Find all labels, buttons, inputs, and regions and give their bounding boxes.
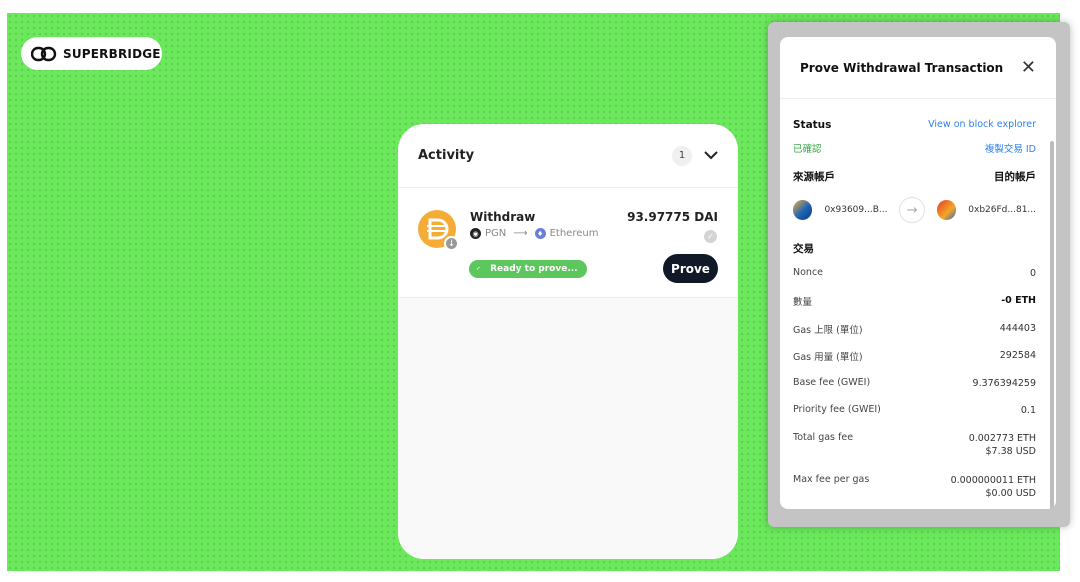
activity-header: Activity 1 — [398, 124, 738, 188]
activity-panel: Activity 1 ↓ Withdraw 93.97775 DAI ◉ PGN… — [398, 124, 738, 559]
detail-label: Gas 用量 (單位) — [793, 352, 863, 363]
accounts-header-row: 來源帳戶 目的帳戶 — [793, 169, 1036, 184]
accounts-row: 0x93609...B... → 0xb26Fd...81... — [793, 197, 1037, 223]
check-circle-icon: ✓ — [704, 230, 717, 243]
detail-label: Total gas fee — [793, 432, 854, 443]
dest-address: 0xb26Fd...81... — [968, 205, 1037, 215]
detail-label: Nonce — [793, 267, 824, 278]
prove-withdrawal-modal: Prove Withdrawal Transaction ✕ Status Vi… — [780, 37, 1056, 509]
superbridge-logo-icon — [31, 46, 57, 61]
status-badge: ◜ Ready to prove... — [469, 260, 587, 278]
arrow-right-icon: ⟶ — [513, 228, 528, 239]
dest-avatar — [936, 200, 957, 220]
modal-scrollbar[interactable] — [1050, 141, 1054, 509]
spinner-icon: ◜ — [477, 264, 481, 274]
detail-value: 9.376394259 — [972, 378, 1036, 389]
arrow-right-icon: → — [899, 197, 925, 223]
source-avatar — [793, 200, 813, 220]
detail-label: Priority fee (GWEI) — [793, 404, 881, 415]
status-row: Status View on block explorer — [793, 119, 1036, 131]
detail-row: Base fee (GWEI) 9.376394259 — [793, 377, 1036, 390]
detail-label: Gas 上限 (單位) — [793, 325, 863, 336]
detail-value-group: 0.000000011 ETH $0.00 USD — [951, 474, 1036, 500]
ethereum-icon: ♦ — [534, 228, 546, 239]
detail-value-usd: $0.00 USD — [985, 488, 1036, 499]
close-icon[interactable]: ✕ — [1021, 57, 1036, 78]
status-badge-label: Ready to prove... — [490, 264, 578, 274]
tx-section-row: 交易 — [793, 241, 1036, 256]
detail-row: Nonce 0 — [793, 267, 1036, 280]
detail-label: Base fee (GWEI) — [793, 377, 871, 388]
block-explorer-link[interactable]: View on block explorer — [928, 119, 1036, 130]
detail-value: 444403 — [999, 323, 1036, 334]
activity-title: Activity — [418, 148, 475, 163]
detail-value: 0 — [1029, 268, 1036, 279]
detail-value: 0.002773 ETH — [968, 433, 1036, 444]
activity-item[interactable]: ↓ Withdraw 93.97775 DAI ◉ PGN ⟶ ♦ Ethere… — [398, 188, 738, 298]
detail-row: Gas 上限 (單位) 444403 — [793, 322, 1036, 336]
copy-tx-id-link[interactable]: 複製交易 ID — [985, 141, 1036, 155]
status-label: Status — [793, 119, 832, 131]
dest-account-label: 目的帳戶 — [994, 171, 1036, 183]
logo-text: SUPERBRIDGE — [63, 46, 161, 61]
tx-section-title: 交易 — [793, 243, 814, 255]
detail-row: Priority fee (GWEI) 0.1 — [793, 404, 1036, 417]
detail-value: 292584 — [999, 350, 1036, 361]
detail-value: 0.000000011 ETH — [950, 475, 1036, 486]
modal-header: Prove Withdrawal Transaction ✕ — [780, 37, 1056, 99]
detail-label: 數量 — [793, 297, 813, 308]
prove-button[interactable]: Prove — [663, 254, 718, 283]
from-chain-label: PGN — [485, 228, 507, 239]
activity-count-badge: 1 — [672, 145, 692, 166]
activity-item-type: Withdraw — [470, 210, 536, 224]
detail-row: Total gas fee 0.002773 ETH $7.38 USD — [793, 432, 1036, 458]
status-value-row: 已確認 複製交易 ID — [793, 141, 1036, 155]
detail-value-usd: $7.38 USD — [985, 446, 1036, 457]
modal-title: Prove Withdrawal Transaction — [800, 60, 1004, 75]
source-account-label: 來源帳戶 — [793, 171, 835, 183]
activity-list: ↓ Withdraw 93.97775 DAI ◉ PGN ⟶ ♦ Ethere… — [398, 188, 738, 559]
superbridge-logo[interactable]: SUPERBRIDGE — [21, 37, 162, 70]
detail-value: -0 ETH — [1001, 295, 1036, 306]
detail-row: 數量 -0 ETH — [793, 294, 1036, 308]
activity-item-route: ◉ PGN ⟶ ♦ Ethereum — [470, 228, 598, 239]
detail-label: Max fee per gas — [793, 474, 870, 485]
withdraw-arrow-icon: ↓ — [444, 236, 459, 251]
source-address: 0x93609...B... — [824, 205, 888, 215]
detail-value: 0.1 — [1020, 405, 1036, 416]
status-value: 已確認 — [793, 144, 822, 155]
detail-value-group: 0.002773 ETH $7.38 USD — [969, 432, 1036, 458]
pgn-chain-icon: ◉ — [470, 228, 481, 239]
to-chain-label: Ethereum — [549, 228, 599, 239]
detail-row: Gas 用量 (單位) 292584 — [793, 349, 1036, 363]
activity-item-amount: 93.97775 DAI — [627, 210, 718, 224]
detail-row: Max fee per gas 0.000000011 ETH $0.00 US… — [793, 474, 1036, 500]
chevron-down-icon[interactable] — [704, 151, 718, 160]
